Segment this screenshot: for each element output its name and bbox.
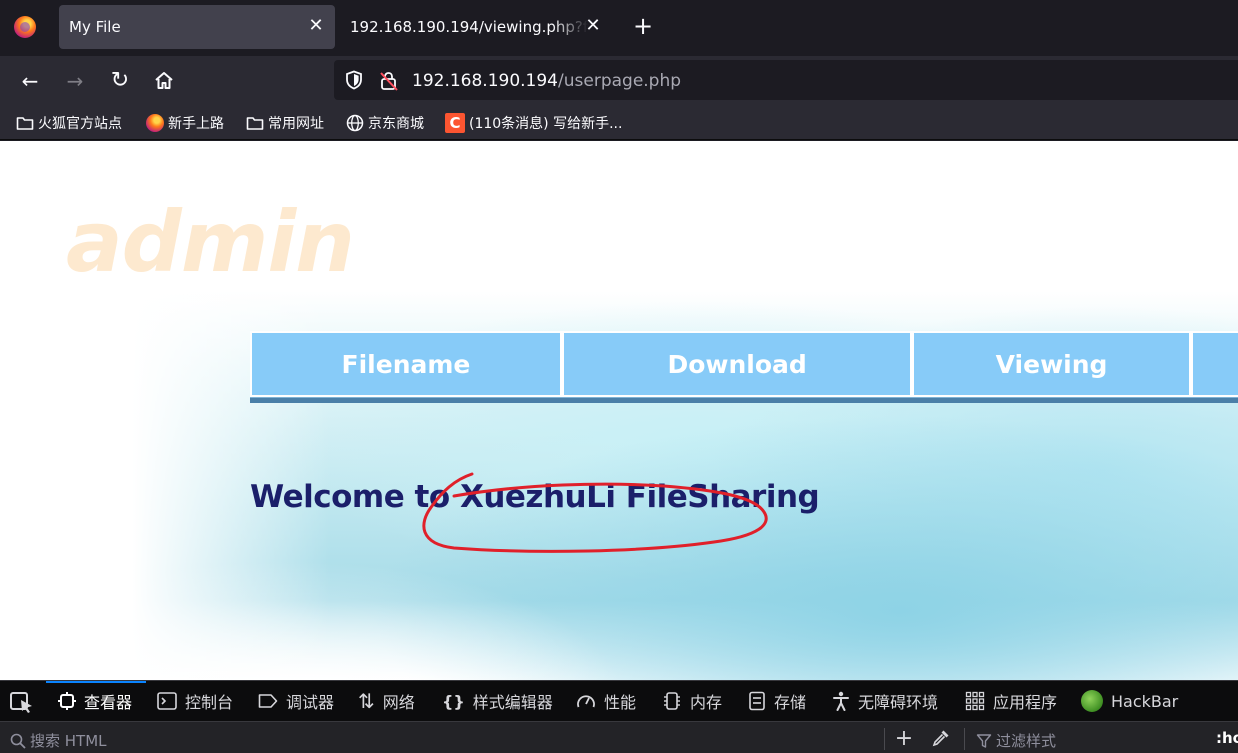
devtools-tab-label: 性能 <box>604 693 637 712</box>
devtools-tab-label: 网络 <box>382 693 415 712</box>
column-header-download: Download <box>561 331 913 397</box>
bookmark-label: 常用网址 <box>268 116 324 132</box>
forward-button[interactable]: → <box>61 68 89 94</box>
filter-icon <box>976 733 992 748</box>
devtools-tab-inspector[interactable]: 查看器 <box>45 681 147 721</box>
devtools-tab-storage[interactable]: 存储 <box>748 681 806 721</box>
tab-my-file[interactable]: My File ✕ <box>59 5 335 49</box>
inspector-icon <box>58 692 76 710</box>
accessibility-icon <box>832 691 850 711</box>
close-tab-icon[interactable]: ✕ <box>305 15 327 37</box>
devtools-tab-network[interactable]: ⇅ 网络 <box>358 681 415 721</box>
bookmark-jd-mall[interactable]: 京东商城 <box>346 112 424 134</box>
console-icon <box>157 692 177 710</box>
tab-viewing[interactable]: 192.168.190.194/viewing.php?file ✕ <box>340 5 612 49</box>
insecure-lock-icon[interactable] <box>378 70 400 92</box>
bookmark-label: 京东商城 <box>368 116 424 132</box>
bookmark-common-sites[interactable]: 常用网址 <box>246 112 324 134</box>
devtools-tab-label: 控制台 <box>185 693 234 712</box>
devtools-tab-console[interactable]: 控制台 <box>157 681 233 721</box>
devtools-tab-label: 应用程序 <box>993 693 1058 712</box>
devtools-tab-memory[interactable]: 内存 <box>662 681 722 721</box>
bookmark-csdn[interactable]: C (110条消息) 写给新手... <box>445 112 622 134</box>
bookmark-getting-started[interactable]: 新手上路 <box>146 112 224 134</box>
devtools-tab-application[interactable]: 应用程序 <box>965 681 1057 721</box>
file-table-header: Filename Download Viewing <box>250 331 1238 405</box>
username-heading: admin <box>66 193 355 291</box>
devtools-tab-label: 调试器 <box>286 693 335 712</box>
performance-icon <box>576 692 596 710</box>
folder-icon <box>246 115 264 131</box>
bookmarks-toolbar: 火狐官方站点 新手上路 常用网址 京东商城 C (110条消息) 写给新手... <box>0 106 1238 140</box>
devtools-tab-label: 存储 <box>774 693 807 712</box>
search-html-input[interactable]: 搜索 HTML <box>10 730 107 751</box>
divider <box>964 728 965 750</box>
shield-icon[interactable] <box>344 70 364 90</box>
url-host: 192.168.190.194 <box>412 71 559 91</box>
divider <box>884 728 885 750</box>
devtools-tab-hackbar[interactable]: HackBar <box>1081 681 1178 721</box>
devtools-tab-label: 查看器 <box>84 693 133 712</box>
search-icon <box>10 733 26 749</box>
home-button[interactable] <box>150 68 178 94</box>
bookmark-label: 火狐官方站点 <box>38 116 122 132</box>
red-annotation-circle <box>422 472 768 553</box>
memory-icon <box>662 691 682 711</box>
application-icon <box>965 691 985 711</box>
reload-button[interactable]: ↻ <box>106 68 134 94</box>
devtools-tab-bar: 查看器 控制台 调试器 ⇅ 网络 {} 样式编辑器 性能 内存 存储 无障碍环境… <box>0 681 1238 721</box>
firefox-logo-icon[interactable] <box>14 16 36 38</box>
filter-styles-placeholder: 过滤样式 <box>996 732 1057 750</box>
url-path: /userpage.php <box>558 71 682 91</box>
column-header-extra <box>1190 331 1238 397</box>
column-header-filename: Filename <box>250 331 562 397</box>
globe-icon <box>346 114 364 132</box>
page-viewport: admin Filename Download Viewing Welcome … <box>0 141 1238 680</box>
devtools-tab-performance[interactable]: 性能 <box>576 681 636 721</box>
navigation-toolbar: ← → ↻ 192.168.190.194/userpage.php <box>0 56 1238 106</box>
bookmark-label: (110条消息) 写给新手... <box>469 116 623 132</box>
firefox-icon <box>146 114 164 132</box>
style-editor-icon: {} <box>442 691 465 711</box>
tab-strip: My File ✕ 192.168.190.194/viewing.php?fi… <box>0 0 1238 56</box>
storage-icon <box>748 691 766 711</box>
url-text[interactable]: 192.168.190.194/userpage.php <box>412 71 681 91</box>
home-icon <box>155 72 173 89</box>
folder-icon <box>16 115 34 131</box>
devtools-tab-debugger[interactable]: 调试器 <box>258 681 334 721</box>
table-divider <box>250 397 1238 403</box>
bookmark-label: 新手上路 <box>168 116 224 132</box>
hackbar-icon <box>1081 690 1103 712</box>
filter-styles-input[interactable]: 过滤样式 <box>976 730 1056 751</box>
close-tab-icon[interactable]: ✕ <box>582 15 604 37</box>
url-bar[interactable]: 192.168.190.194/userpage.php <box>334 60 1238 100</box>
network-icon: ⇅ <box>358 689 375 713</box>
devtools-tab-style-editor[interactable]: {} 样式编辑器 <box>442 681 553 721</box>
devtools-tab-label: 样式编辑器 <box>472 693 553 712</box>
devtools-tab-label: 内存 <box>690 693 723 712</box>
devtools-tab-label: 无障碍环境 <box>858 693 939 712</box>
eyedropper-icon <box>932 730 949 747</box>
search-placeholder: 搜索 HTML <box>30 732 107 750</box>
add-node-button[interactable]: + <box>893 728 915 750</box>
element-picker-icon[interactable] <box>8 689 36 715</box>
tab-title: 192.168.190.194/viewing.php?file <box>350 18 588 36</box>
eyedropper-button[interactable] <box>930 728 952 750</box>
new-tab-button[interactable]: + <box>630 14 656 40</box>
back-button[interactable]: ← <box>16 68 44 94</box>
pseudo-class-toggle[interactable]: :ho <box>1216 729 1238 747</box>
column-header-viewing: Viewing <box>912 331 1191 397</box>
devtools-panel: 查看器 控制台 调试器 ⇅ 网络 {} 样式编辑器 性能 内存 存储 无障碍环境… <box>0 680 1238 753</box>
csdn-icon: C <box>445 113 465 133</box>
bookmark-firefox-official[interactable]: 火狐官方站点 <box>16 112 122 134</box>
tab-title: My File <box>69 18 121 36</box>
debugger-icon <box>258 693 278 709</box>
devtools-tab-label: HackBar <box>1111 691 1179 711</box>
devtools-tab-accessibility[interactable]: 无障碍环境 <box>832 681 938 721</box>
devtools-filter-bar: 搜索 HTML + 过滤样式 :ho <box>0 721 1238 753</box>
